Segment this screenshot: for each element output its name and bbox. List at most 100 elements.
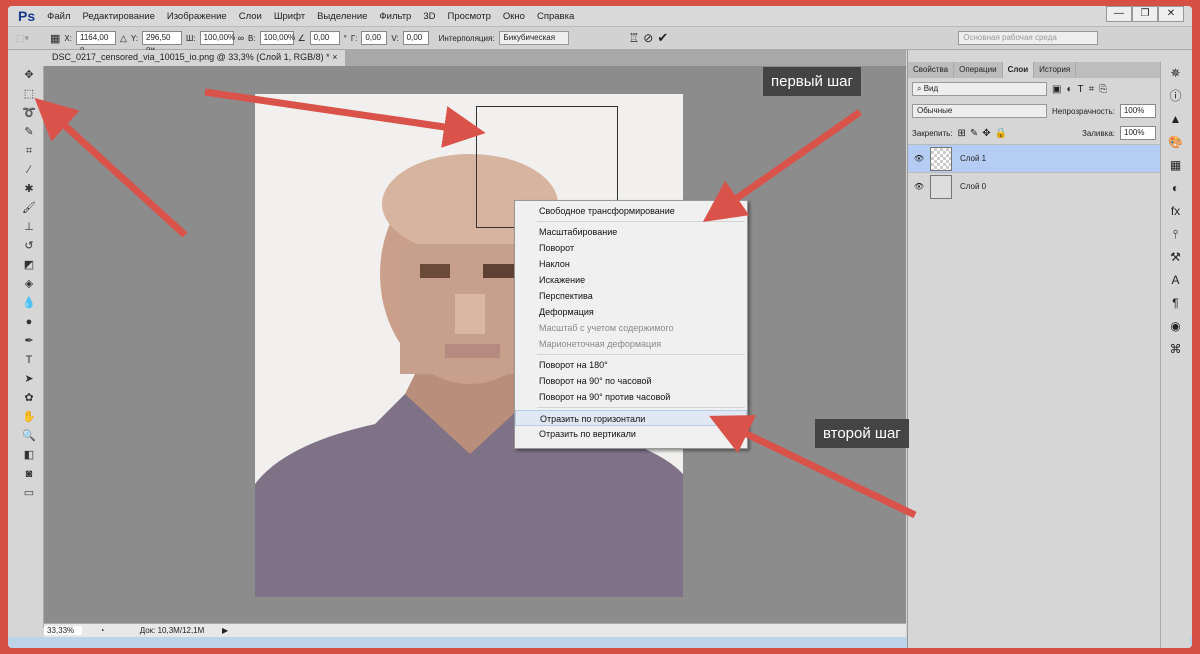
panel-tab[interactable]: История (1034, 62, 1077, 78)
warp-icon[interactable]: ♖ (629, 31, 640, 45)
width-input[interactable]: 100,00% (199, 31, 235, 45)
height-input[interactable]: 100,00% (259, 31, 295, 45)
menu-item[interactable]: Шрифт (274, 11, 305, 22)
link-icon[interactable]: ∞ (238, 33, 244, 43)
close-button[interactable]: ✕ (1158, 6, 1184, 22)
context-menu-item[interactable]: Искажение (515, 272, 747, 288)
menu-item[interactable]: 3D (423, 11, 435, 22)
status-menu-arrow-icon[interactable]: ▶ (222, 626, 228, 635)
brush-tool-icon[interactable]: 🖌 (14, 199, 44, 218)
layer-row[interactable]: 👁 Слой 1 (908, 144, 1160, 172)
layer-row[interactable]: 👁 Слой 0 (908, 172, 1160, 200)
menu-item[interactable]: Слои (239, 11, 262, 22)
context-menu-item[interactable]: Наклон (515, 256, 747, 272)
marquee-tool-icon[interactable]: ⬚ (14, 85, 44, 104)
tool-presets-icon[interactable]: ⚒ (1161, 246, 1190, 269)
navigator-icon[interactable]: ✵ (1161, 62, 1190, 85)
context-menu-item[interactable]: Поворот на 180° (515, 357, 747, 373)
hskew-input[interactable]: 0,00 (361, 31, 388, 45)
color-icon[interactable]: 🎨 (1161, 131, 1190, 154)
context-menu-item[interactable]: Перспектива (515, 288, 747, 304)
context-menu-item[interactable]: Поворот на 90° по часовой (515, 373, 747, 389)
minimize-button[interactable]: — (1106, 6, 1132, 22)
x-input[interactable]: 1164,00 п (75, 31, 116, 54)
visibility-eye-icon[interactable]: 👁 (908, 182, 930, 191)
reference-point-icon[interactable]: ▦ (50, 32, 60, 45)
panel-tab[interactable]: Слои (1002, 62, 1035, 78)
menu-item[interactable]: Файл (47, 11, 70, 22)
move-tool-icon[interactable]: ✥ (14, 66, 44, 85)
context-menu-item[interactable]: Поворот на 90° против часовой (515, 389, 747, 405)
delta-icon[interactable]: △ (120, 33, 127, 44)
pen-tool-icon[interactable]: ✒ (14, 332, 44, 351)
panel-tab[interactable]: Свойства (908, 62, 955, 78)
restore-button[interactable]: ❐ (1132, 6, 1158, 22)
y-label: Y: (130, 33, 139, 43)
stamp-tool-icon[interactable]: ⊥ (14, 218, 44, 237)
menu-item[interactable]: Справка (537, 11, 574, 22)
menu-item[interactable]: Изображение (167, 11, 227, 22)
eraser-tool-icon[interactable]: ◩ (14, 256, 44, 275)
visibility-eye-icon[interactable]: 👁 (908, 154, 930, 163)
quick-mask-icon[interactable]: ◙ (14, 465, 44, 484)
workspace-select[interactable]: Основная рабочая среда (958, 31, 1099, 45)
fill-input[interactable]: 100% (1120, 126, 1156, 140)
layer-filter-select[interactable]: ⌕ Вид (912, 82, 1047, 96)
context-menu-item[interactable]: Свободное трансформирование (515, 203, 747, 219)
menu-item[interactable]: Окно (503, 11, 525, 22)
doc-size: Док: 10,3M/12,1M (139, 626, 205, 635)
paragraph-icon[interactable]: ¶ (1161, 292, 1190, 315)
menu-bar: Ps Файл Редактирование Изображение Слои Шриф… (8, 6, 1192, 26)
quick-select-tool-icon[interactable]: ✎ (14, 123, 44, 142)
filter-type-icons[interactable]: ▣◐T⌗⎘ (1052, 84, 1112, 95)
character-icon[interactable]: A (1161, 269, 1190, 292)
healing-tool-icon[interactable]: ✱ (14, 180, 44, 199)
context-menu-item[interactable]: Деформация (515, 304, 747, 320)
interpolation-select[interactable]: Бикубическая (498, 31, 569, 45)
hand-tool-icon[interactable]: ✋ (14, 408, 44, 427)
blur-tool-icon[interactable]: 💧 (14, 294, 44, 313)
histogram-icon[interactable]: ▲ (1161, 108, 1190, 131)
brush-presets-icon[interactable]: ⫯ (1161, 223, 1190, 246)
dodge-tool-icon[interactable]: ● (14, 313, 44, 332)
3d-icon[interactable]: ◉ (1161, 315, 1190, 338)
y-input[interactable]: 296,50 пи (142, 31, 183, 54)
cancel-transform-icon[interactable]: ⊘ (643, 31, 653, 45)
blend-mode-select[interactable]: Обычные (912, 104, 1047, 118)
menu-item[interactable]: Фильтр (379, 11, 411, 22)
zoom-level[interactable]: 33,33% (44, 626, 82, 635)
zoom-tool-icon[interactable]: 🔍 (14, 427, 44, 446)
color-swatches-icon[interactable]: ◧ (14, 446, 44, 465)
swatches-icon[interactable]: ▦ (1161, 154, 1190, 177)
lasso-tool-icon[interactable]: ➰ (14, 104, 44, 123)
history-brush-icon[interactable]: ↺ (14, 237, 44, 256)
type-tool-icon[interactable]: T (14, 351, 44, 370)
eyedropper-tool-icon[interactable]: ⁄ (14, 161, 44, 180)
adjustments-icon[interactable]: ◐ (1161, 177, 1190, 200)
bucket-tool-icon[interactable]: ◈ (14, 275, 44, 294)
menu-item[interactable]: Редактирование (82, 11, 154, 22)
context-menu-item[interactable]: Отразить по горизонтали (515, 410, 747, 426)
shape-tool-icon[interactable]: ✿ (14, 389, 44, 408)
canvas-area[interactable] (44, 66, 906, 623)
lock-icons[interactable]: ⊞✎✥🔒 (958, 128, 1012, 139)
panel-tab[interactable]: Операции (954, 62, 1003, 78)
context-menu-item[interactable]: Отразить по вертикали (515, 426, 747, 442)
context-menu-item[interactable]: Масштабирование (515, 224, 747, 240)
context-menu-item[interactable]: Поворот (515, 240, 747, 256)
document-tab[interactable]: DSC_0217_censored_via_10015_io.png @ 33,… (44, 50, 346, 66)
commit-transform-icon[interactable]: ✔ (657, 30, 668, 46)
info-icon[interactable]: ⓘ (1161, 85, 1190, 108)
screen-mode-icon[interactable]: ▭ (14, 484, 44, 503)
menu-item[interactable]: Выделение (317, 11, 367, 22)
angle-input[interactable]: 0,00 (309, 31, 340, 45)
status-info-icon[interactable]: ◔ (82, 626, 122, 635)
opacity-input[interactable]: 100% (1119, 104, 1156, 118)
crop-tool-icon[interactable]: ⌗ (14, 142, 44, 161)
paths-icon[interactable]: ⌘ (1161, 338, 1190, 361)
menu-item[interactable]: Просмотр (448, 11, 491, 22)
close-tab-icon[interactable]: × (332, 52, 337, 62)
styles-icon[interactable]: fx (1161, 200, 1190, 223)
path-select-icon[interactable]: ➤ (14, 370, 44, 389)
vskew-input[interactable]: 0,00 (402, 31, 429, 45)
